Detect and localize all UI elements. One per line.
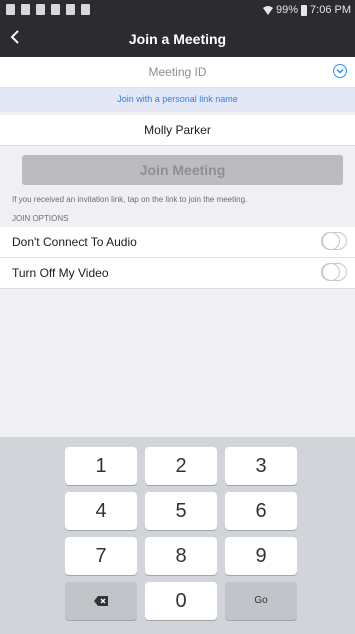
name-value: Molly Parker: [144, 123, 211, 137]
key-9[interactable]: 9: [225, 537, 297, 575]
toggle-knob: [322, 232, 340, 250]
navigation-bar: Join a Meeting: [0, 22, 355, 57]
meeting-id-placeholder: Meeting ID: [148, 65, 207, 79]
battery-percentage: 99%: [276, 4, 299, 16]
flag-icon: [81, 4, 90, 15]
status-bar: 99% 7:06 PM: [0, 0, 355, 22]
name-field[interactable]: Molly Parker: [0, 115, 355, 146]
image-icon: [51, 4, 60, 15]
key-1[interactable]: 1: [65, 447, 137, 485]
chevron-down-icon[interactable]: [333, 64, 347, 78]
upload-icon: [66, 4, 75, 15]
download-icon-2: [36, 4, 45, 15]
wifi-icon: [263, 6, 273, 15]
status-right: 99% 7:06 PM: [263, 4, 351, 16]
key-8[interactable]: 8: [145, 537, 217, 575]
wrench-icon: [6, 4, 15, 15]
battery-icon: [301, 4, 308, 16]
option-label: Turn Off My Video: [12, 266, 109, 280]
delete-key[interactable]: [65, 582, 137, 620]
key-3[interactable]: 3: [225, 447, 297, 485]
backspace-icon: [94, 596, 108, 606]
clock: 7:06 PM: [310, 4, 351, 16]
key-0[interactable]: 0: [145, 582, 217, 620]
option-label: Don't Connect To Audio: [12, 235, 137, 249]
audio-toggle[interactable]: [321, 232, 347, 250]
join-options-heading: JOIN OPTIONS: [12, 214, 69, 223]
meeting-id-field[interactable]: Meeting ID: [0, 57, 355, 88]
key-2[interactable]: 2: [145, 447, 217, 485]
key-4[interactable]: 4: [65, 492, 137, 530]
personal-link-label[interactable]: Join with a personal link name: [0, 94, 355, 104]
numeric-keypad: 1 2 3 4 5 6 7 8 9 0 Go: [0, 437, 355, 634]
personal-link-bar[interactable]: Join with a personal link name: [0, 88, 355, 112]
video-toggle[interactable]: [321, 263, 347, 281]
toggle-knob: [322, 263, 340, 281]
join-hint: If you received an invitation link, tap …: [12, 195, 248, 204]
option-turn-off-video: Turn Off My Video: [0, 258, 355, 289]
key-6[interactable]: 6: [225, 492, 297, 530]
key-7[interactable]: 7: [65, 537, 137, 575]
page-title: Join a Meeting: [128, 31, 227, 47]
download-icon: [21, 4, 30, 15]
notification-icons: [6, 4, 90, 15]
join-meeting-button[interactable]: Join Meeting: [22, 155, 343, 185]
key-5[interactable]: 5: [145, 492, 217, 530]
option-dont-connect-audio: Don't Connect To Audio: [0, 227, 355, 258]
go-key[interactable]: Go: [225, 582, 297, 620]
